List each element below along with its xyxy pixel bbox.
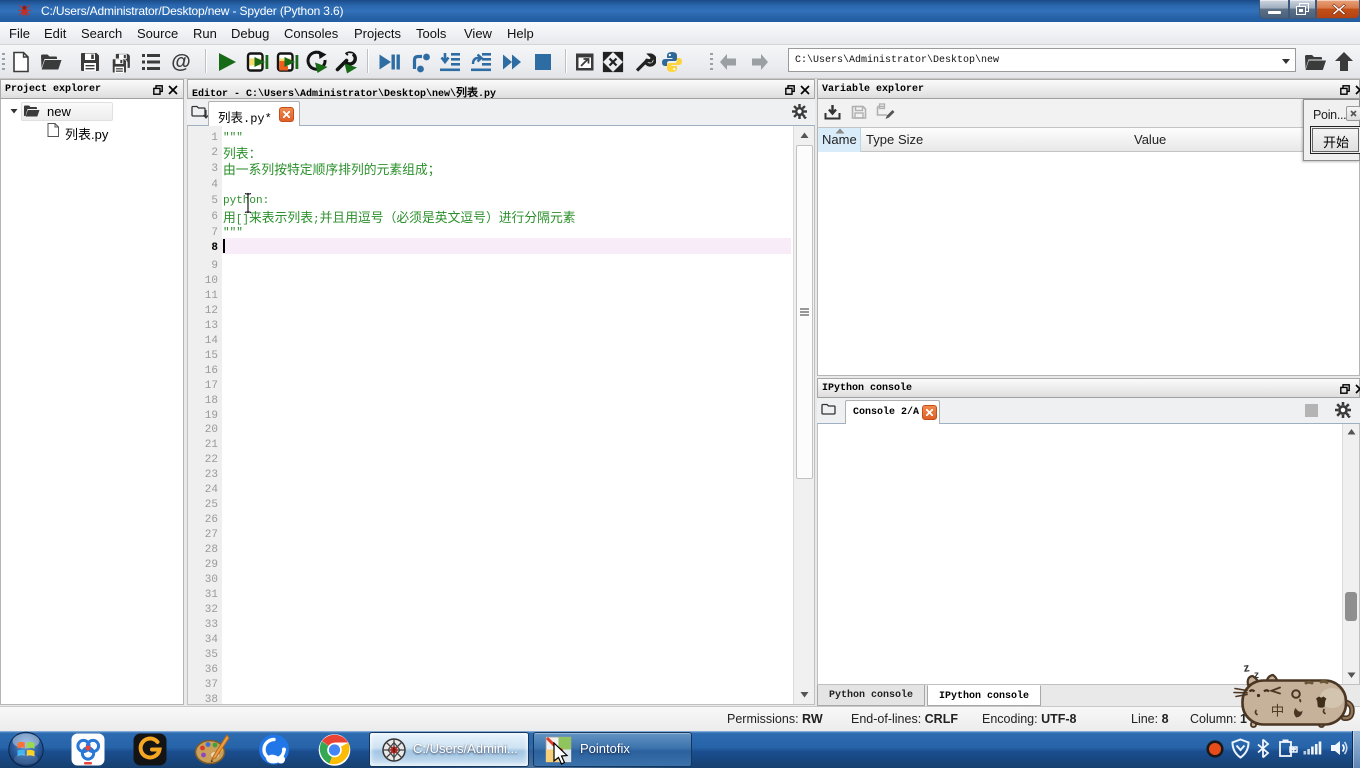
svg-text:@: @ <box>171 51 191 73</box>
svg-text:中: 中 <box>1271 700 1285 720</box>
svg-text:z: z <box>1242 660 1250 675</box>
